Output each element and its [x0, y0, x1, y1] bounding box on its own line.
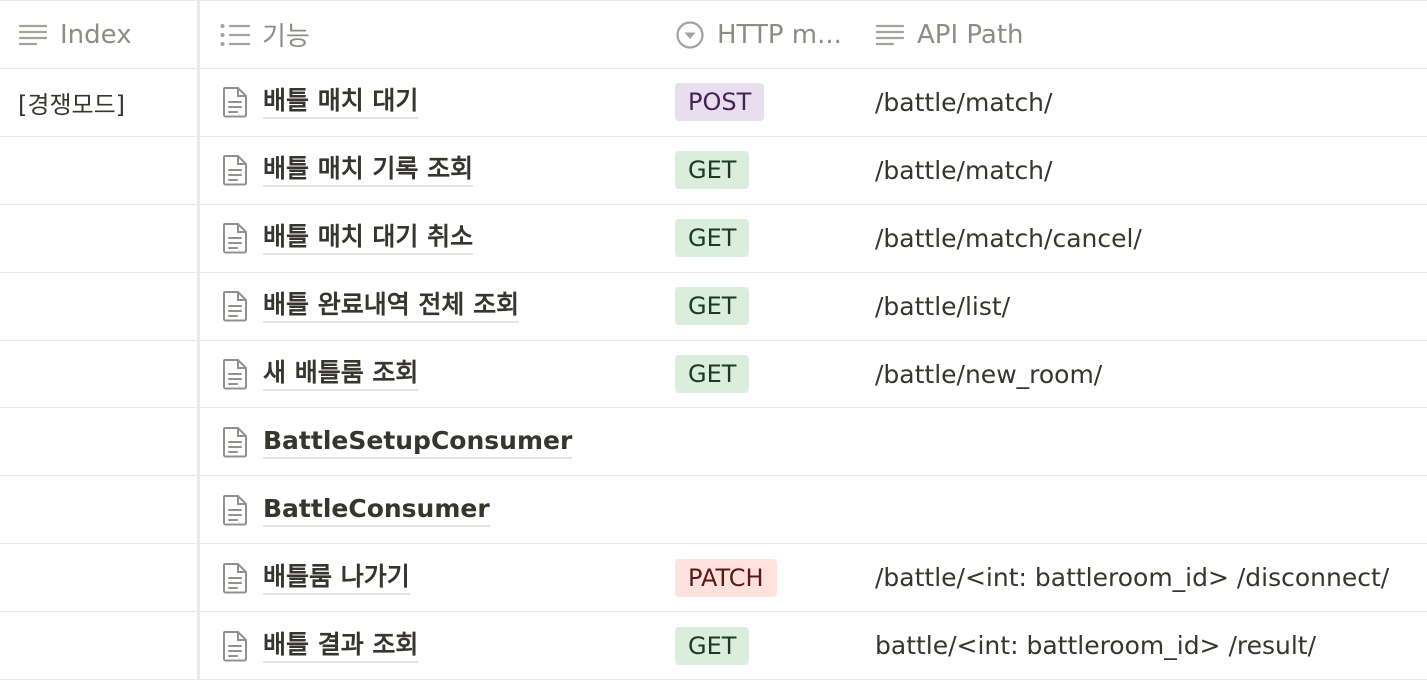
column-label-index: Index [60, 19, 132, 50]
table-row[interactable]: BattleSetupConsumer [0, 409, 1427, 477]
api-path-value: /battle/list/ [875, 291, 1011, 321]
column-label-method: HTTP m... [717, 19, 842, 50]
method-badge: GET [675, 219, 750, 258]
list-icon [220, 20, 250, 50]
page-title-link[interactable]: 배틀 매치 기록 조회 [263, 153, 474, 188]
table-row[interactable]: 새 배틀룸 조회 GET/battle/new_room/ [0, 341, 1427, 409]
index-cell[interactable] [0, 205, 197, 272]
text-lines-icon [18, 20, 48, 50]
method-badge: GET [675, 355, 750, 394]
api-path-value: /battle/<int: battleroom_id> /disconnect… [875, 563, 1390, 593]
table-row[interactable]: 배틀 결과 조회 GET battle/<int: battleroom_id> /… [0, 612, 1427, 680]
path-cell[interactable] [858, 409, 1427, 476]
name-cell[interactable]: 배틀 매치 대기 취소 [200, 205, 658, 272]
index-cell[interactable] [0, 612, 197, 679]
page-title-link[interactable]: 배틀 매치 대기 취소 [263, 221, 474, 256]
api-path-value: /battle/match/ [875, 87, 1053, 117]
method-badge: POST [675, 83, 765, 122]
path-cell[interactable]: battle/<int: battleroom_id> /result/ [858, 612, 1427, 679]
name-cell[interactable]: 배틀 완료내역 전체 조회 [200, 273, 658, 340]
path-cell[interactable] [858, 476, 1427, 543]
index-cell[interactable] [0, 341, 197, 408]
table-row[interactable]: [경쟁모드] 배틀 매치 대기 POST/battle/match/ [0, 69, 1427, 137]
page-icon [220, 358, 250, 390]
page-title-link[interactable]: 배틀 결과 조회 [263, 629, 419, 663]
table-row[interactable]: 배틀 매치 기록 조회 GET/battle/match/ [0, 137, 1427, 205]
api-path-value: /battle/match/ [875, 155, 1053, 185]
index-cell[interactable] [0, 544, 197, 611]
name-cell[interactable]: 배틀 결과 조회 [200, 612, 658, 679]
name-cell[interactable]: BattleSetupConsumer [200, 409, 658, 476]
method-cell[interactable] [658, 476, 858, 543]
method-badge: GET [675, 287, 750, 326]
method-cell[interactable] [658, 409, 858, 476]
path-cell[interactable]: /battle/match/ [858, 137, 1427, 204]
column-label-name: 기능 [262, 22, 310, 52]
method-cell[interactable]: GET [658, 612, 858, 679]
table-row[interactable]: 배틀룸 나가기 PATCH/battle/<int: battleroom_id>… [0, 544, 1427, 613]
method-cell[interactable]: GET [658, 341, 858, 408]
api-path-value: battle/<int: battleroom_id> /result/ [875, 631, 1317, 661]
table-row[interactable]: 배틀 완료내역 전체 조회 GET/battle/list/ [0, 273, 1427, 341]
text-lines-icon [875, 20, 905, 50]
api-path-value: /battle/match/cancel/ [875, 223, 1142, 253]
index-cell[interactable] [0, 137, 197, 204]
column-header-path[interactable]: API Path [858, 1, 1427, 68]
method-badge: GET [675, 626, 750, 665]
index-value: [경쟁모드] [18, 90, 126, 119]
column-divider [197, 0, 200, 680]
table-row[interactable]: BattleConsumer [0, 476, 1427, 545]
name-cell[interactable]: 새 배틀룸 조회 [200, 341, 658, 408]
method-cell[interactable]: GET [658, 137, 858, 204]
column-header-name[interactable]: 기능 [200, 1, 658, 68]
page-icon [220, 562, 250, 594]
select-icon [675, 20, 705, 50]
page-icon [220, 494, 250, 526]
method-cell[interactable]: GET [658, 273, 858, 340]
name-cell[interactable]: 배틀룸 나가기 [200, 544, 658, 611]
page-title-link[interactable]: 새 배틀룸 조회 [263, 357, 419, 392]
page-title-link[interactable]: 배틀 매치 대기 [263, 85, 419, 120]
method-badge: PATCH [675, 558, 777, 597]
page-icon [220, 86, 250, 118]
path-cell[interactable]: /battle/<int: battleroom_id> /disconnect… [858, 544, 1427, 611]
page-title-link[interactable]: BattleSetupConsumer [263, 425, 573, 459]
path-cell[interactable]: /battle/match/ [858, 69, 1427, 136]
column-header-method[interactable]: HTTP m... [658, 1, 858, 68]
page-icon [220, 290, 250, 322]
page-icon [220, 154, 250, 186]
page-icon [220, 426, 250, 458]
column-header-index[interactable]: Index [0, 1, 197, 68]
method-cell[interactable]: POST [658, 69, 858, 136]
column-label-path: API Path [917, 19, 1024, 50]
path-cell[interactable]: /battle/list/ [858, 273, 1427, 340]
database-table: Index 기능 HTTP m... API Path [경쟁모드] 배틀 매치 … [0, 0, 1427, 680]
page-title-link[interactable]: 배틀 완료내역 전체 조회 [263, 289, 520, 324]
index-cell[interactable] [0, 409, 197, 476]
page-title-link[interactable]: 배틀룸 나가기 [263, 561, 410, 595]
page-title-link[interactable]: BattleConsumer [263, 493, 490, 527]
api-path-value: /battle/new_room/ [875, 359, 1103, 389]
page-icon [220, 222, 250, 254]
name-cell[interactable]: 배틀 매치 기록 조회 [200, 137, 658, 204]
table-header: Index 기능 HTTP m... API Path [0, 0, 1427, 69]
index-cell[interactable]: [경쟁모드] [0, 69, 197, 136]
table-row[interactable]: 배틀 매치 대기 취소 GET/battle/match/cancel/ [0, 205, 1427, 273]
index-cell[interactable] [0, 273, 197, 340]
method-cell[interactable]: GET [658, 205, 858, 272]
name-cell[interactable]: 배틀 매치 대기 [200, 69, 658, 136]
path-cell[interactable]: /battle/match/cancel/ [858, 205, 1427, 272]
method-cell[interactable]: PATCH [658, 544, 858, 611]
index-cell[interactable] [0, 476, 197, 543]
page-icon [220, 630, 250, 662]
path-cell[interactable]: /battle/new_room/ [858, 341, 1427, 408]
name-cell[interactable]: BattleConsumer [200, 476, 658, 543]
method-badge: GET [675, 151, 750, 190]
